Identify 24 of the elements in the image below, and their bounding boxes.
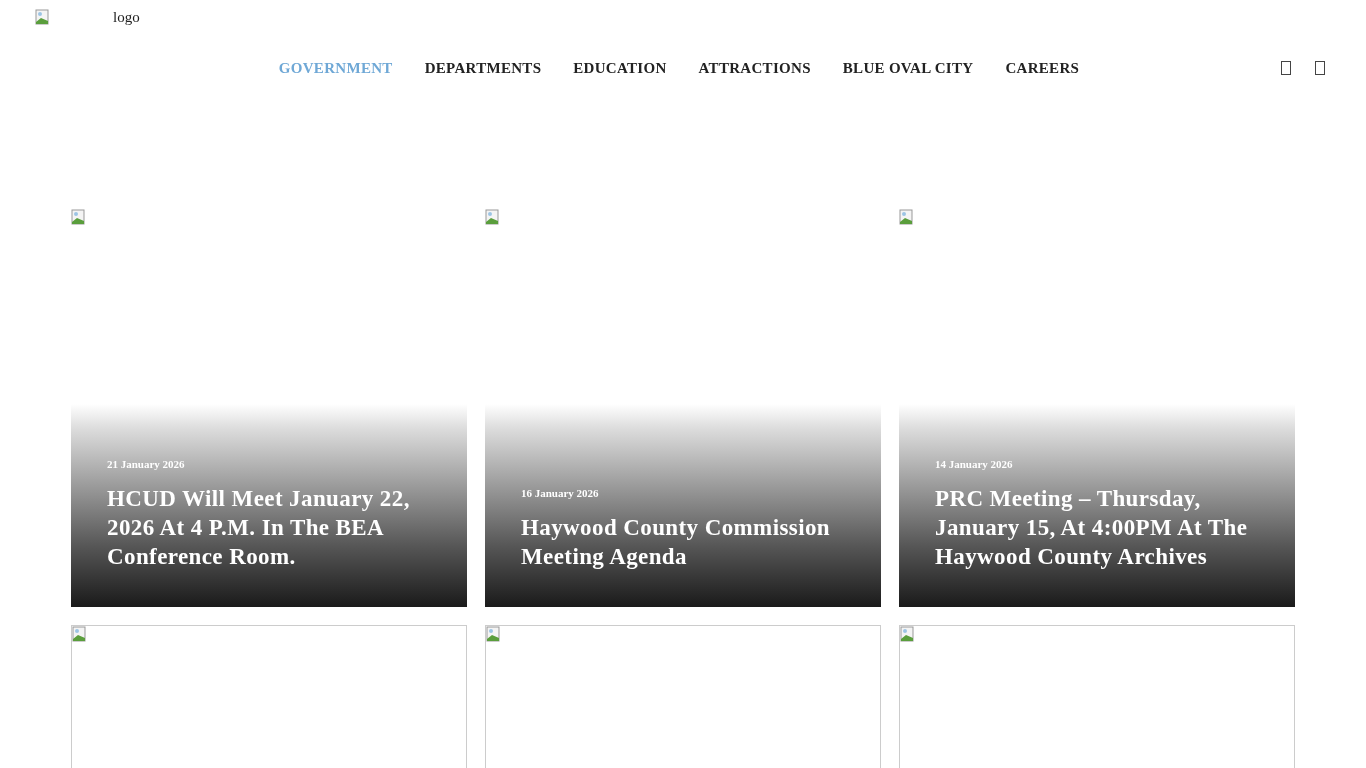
post-date: 14 January 2026 xyxy=(935,458,1014,470)
post-date: 21 January 2026 xyxy=(107,458,186,470)
post-date: 16 January 2026 xyxy=(521,487,600,499)
broken-image-icon xyxy=(71,209,87,225)
nav-link[interactable]: BLUE OVAL CITY xyxy=(842,59,974,77)
broken-image-icon xyxy=(72,626,88,642)
missing-glyph-icon[interactable] xyxy=(1315,61,1325,75)
post-card[interactable]: 21 January 2026 HCUD Will Meet January 22, 2026 At 4 P.M. In The BEA Conference Room. xyxy=(71,209,467,607)
post-card[interactable]: 16 January 2026 Haywood County Commission Meeting Agenda xyxy=(485,209,881,607)
broken-image-icon xyxy=(35,9,51,25)
broken-image-icon xyxy=(485,209,501,225)
broken-image-icon xyxy=(899,209,915,225)
post-card[interactable]: 14 January 2026 PRC Meeting – Thursday, January 15, At 4:00PM At The Haywood County Archives xyxy=(899,209,1295,607)
missing-glyph-icon[interactable] xyxy=(1281,61,1291,75)
logo-alt-text[interactable]: logo xyxy=(113,8,140,26)
broken-image-icon xyxy=(486,626,502,642)
post-title[interactable]: PRC Meeting – Thursday, January 15, At 4:00PM At The Haywood County Archives xyxy=(935,484,1259,571)
nav-link[interactable]: DEPARTMENTS xyxy=(424,59,542,77)
nav-link[interactable]: ATTRACTIONS xyxy=(698,59,811,77)
post-title[interactable]: HCUD Will Meet January 22, 2026 At 4 P.M. In The BEA Conference Room. xyxy=(107,484,431,571)
nav-link[interactable]: CAREERS xyxy=(1005,59,1080,77)
nav-link[interactable]: EDUCATION xyxy=(573,59,667,77)
post-title[interactable]: Haywood County Commission Meeting Agenda xyxy=(521,513,845,571)
broken-image-icon xyxy=(900,626,916,642)
